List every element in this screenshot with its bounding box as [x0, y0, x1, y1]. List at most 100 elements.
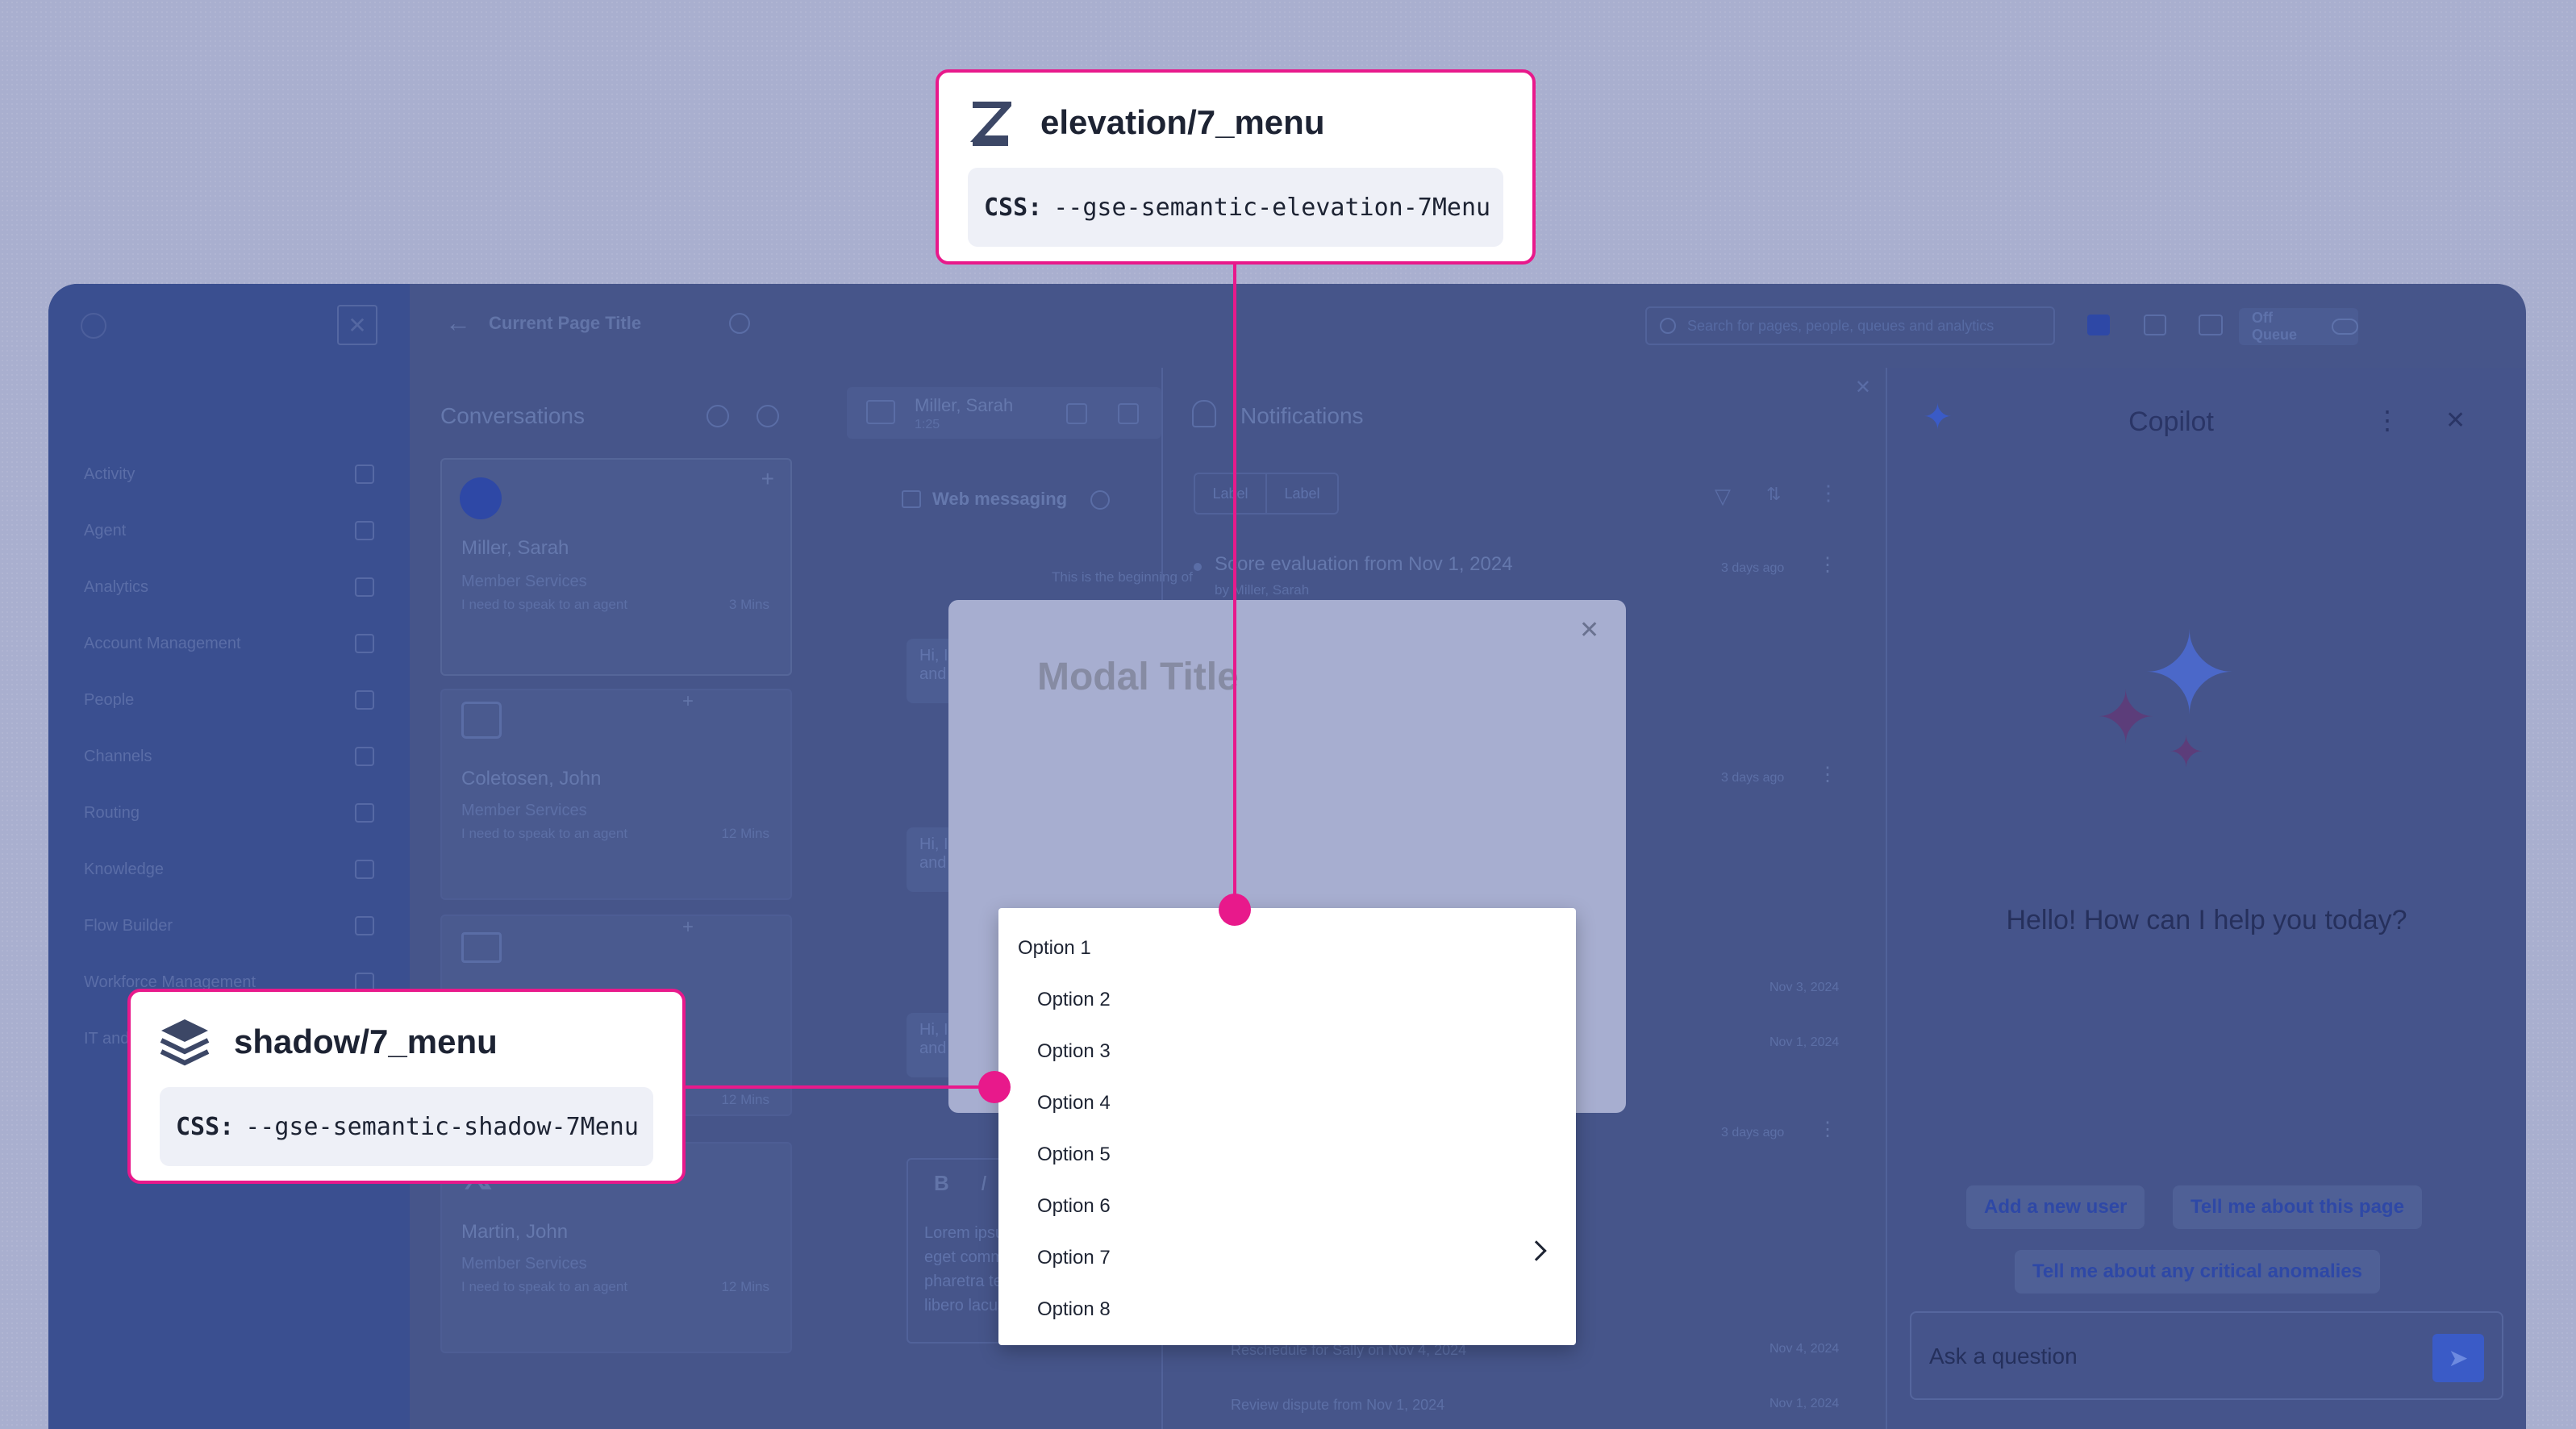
info-icon[interactable]: [1090, 490, 1110, 510]
send-button[interactable]: ➤: [2432, 1334, 2484, 1382]
menu-item-label: Option 5: [1037, 1144, 1111, 1165]
conversation-card[interactable]: + Coletosen, John Member Services I need…: [440, 689, 792, 900]
sidebar-item-channels[interactable]: Channels: [84, 740, 374, 773]
page-title: Current Page Title: [489, 313, 642, 333]
transfer-icon[interactable]: [1066, 403, 1087, 424]
headset-icon: [355, 521, 374, 540]
chevron-right-icon: [1526, 1240, 1547, 1261]
add-icon[interactable]: +: [682, 690, 694, 713]
notifications-title: Notifications: [1240, 403, 1364, 428]
notification-time: 3 days ago: [1721, 1126, 1785, 1139]
back-arrow-icon[interactable]: ←: [445, 308, 471, 338]
tiny-star-icon: ✦: [2168, 728, 2205, 777]
help-icon[interactable]: [729, 313, 750, 334]
add-icon[interactable]: +: [682, 916, 694, 939]
copilot-chip-add-user[interactable]: Add a new user: [1966, 1185, 2145, 1229]
menu-item[interactable]: Option 1: [998, 923, 1576, 974]
menu-item[interactable]: Option 3: [998, 1026, 1576, 1077]
layers-icon: [160, 1019, 210, 1066]
italic-icon[interactable]: I: [981, 1171, 986, 1196]
more-icon[interactable]: ⋮: [1818, 1118, 1837, 1141]
close-icon[interactable]: ✕: [2445, 406, 2466, 435]
elapsed-time: 12 Mins: [721, 1279, 769, 1294]
home-icon: [355, 465, 374, 484]
more-icon[interactable]: ⋮: [1818, 763, 1837, 786]
more-icon[interactable]: ⋮: [1818, 481, 1839, 506]
close-icon[interactable]: ✕: [1855, 376, 1871, 399]
menu-item-label: Option 7: [1037, 1247, 1111, 1269]
conversation-card[interactable]: + Miller, Sarah Member Services I need t…: [440, 458, 792, 676]
tab-label-1[interactable]: Label: [1195, 485, 1265, 502]
menu-item[interactable]: Option 4: [998, 1077, 1576, 1129]
elevation-connector-dot: [1219, 894, 1251, 926]
global-search-input[interactable]: Search for pages, people, queues and ana…: [1645, 306, 2055, 345]
toggle-icon: [2331, 319, 2358, 335]
account-icon: [355, 634, 374, 653]
css-token-box: CSS: --gse-semantic-shadow-7Menu: [160, 1087, 653, 1166]
sidebar-item-activity[interactable]: Activity: [84, 458, 374, 490]
tab-label-2[interactable]: Label: [1265, 474, 1337, 513]
menu-item-submenu[interactable]: Option 7: [998, 1232, 1576, 1284]
menu-item[interactable]: Option 6: [998, 1181, 1576, 1232]
unread-dot: [1194, 563, 1202, 571]
sidebar-item-knowledge[interactable]: Knowledge: [84, 853, 374, 885]
people-icon: [355, 690, 374, 710]
sidebar-collapse-button[interactable]: ✕: [337, 305, 377, 345]
elapsed-time: 12 Mins: [721, 826, 769, 841]
more-icon[interactable]: ⋮: [1818, 553, 1837, 577]
bold-icon[interactable]: B: [934, 1171, 949, 1196]
consult-icon[interactable]: [1118, 403, 1139, 424]
copilot-title: Copilot: [2128, 406, 2214, 437]
copilot-illustration: ✦ ✦ ✦: [2063, 618, 2282, 777]
callout-title: shadow/7_menu: [234, 1023, 498, 1060]
elevation-callout: elevation/7_menu CSS: --gse-semantic-ele…: [936, 69, 1536, 265]
sort-icon[interactable]: ⇅: [1766, 484, 1781, 505]
contact-name: Miller, Sarah: [461, 537, 569, 559]
copilot-chip-about-page[interactable]: Tell me about this page: [2173, 1185, 2422, 1229]
notification-title: Score evaluation from Nov 1, 2024: [1215, 553, 1513, 575]
copilot-question-input[interactable]: Ask a question ➤: [1910, 1311, 2503, 1400]
sidebar-item-account-management[interactable]: Account Management: [84, 627, 374, 660]
sidebar-item-people[interactable]: People: [84, 684, 374, 716]
menu-item[interactable]: Option 5: [998, 1129, 1576, 1181]
search-placeholder: Search for pages, people, queues and ana…: [1687, 317, 1995, 334]
menu-item-label: Option 2: [1037, 989, 1111, 1010]
add-user-icon[interactable]: [757, 405, 779, 427]
sidebar-item-label: Channels: [84, 747, 152, 765]
modal-close-icon[interactable]: ✕: [1579, 616, 1599, 644]
channels-icon: [355, 747, 374, 766]
inbox-icon[interactable]: [2144, 315, 2166, 335]
routing-icon: [355, 803, 374, 823]
z-letter-icon: [969, 102, 1011, 146]
notification-time: 3 days ago: [1721, 771, 1785, 785]
bell-icon: [1192, 400, 1216, 427]
dropdown-menu: Option 1 Option 2 Option 3 Option 4 Opti…: [998, 908, 1576, 1345]
sidebar-item-label: Routing: [84, 803, 140, 822]
callout-title: elevation/7_menu: [1040, 103, 1325, 141]
menu-item[interactable]: Option 2: [998, 974, 1576, 1026]
notification-time: Nov 1, 2024: [1769, 1397, 1840, 1410]
menu-item-label: Option 6: [1037, 1195, 1111, 1217]
sidebar-item-routing[interactable]: Routing: [84, 797, 374, 829]
queue-toggle[interactable]: Off Queue: [2239, 308, 2358, 345]
more-icon[interactable]: ⋮: [2374, 405, 2400, 435]
last-message: I need to speak to an agent: [461, 597, 628, 612]
copilot-chip-anomalies[interactable]: Tell me about any critical anomalies: [2015, 1250, 2381, 1294]
sidebar-item-agent[interactable]: Agent: [84, 515, 374, 547]
conversations-panel: Conversations + Miller, Sarah Member Ser…: [410, 368, 831, 1429]
last-message: I need to speak to an agent: [461, 826, 628, 841]
css-token-value: --gse-semantic-elevation-7Menu: [1053, 193, 1491, 222]
sidebar-item-label: Activity: [84, 465, 135, 483]
sidebar-item-flow-builder[interactable]: Flow Builder: [84, 910, 374, 942]
menu-item[interactable]: Option 8: [998, 1284, 1576, 1335]
interaction-timer: 1:25: [915, 418, 940, 431]
css-token-value: --gse-semantic-shadow-7Menu: [245, 1112, 639, 1141]
add-icon[interactable]: +: [761, 466, 774, 492]
sidebar-item-label: Account Management: [84, 634, 241, 652]
tab-group: Label Label: [1194, 473, 1339, 515]
sidebar-item-analytics[interactable]: Analytics: [84, 571, 374, 603]
filter-icon[interactable]: ▽: [1715, 484, 1731, 509]
gear-icon[interactable]: [707, 405, 729, 427]
chat-icon[interactable]: [2087, 315, 2110, 335]
apps-icon[interactable]: [2199, 315, 2223, 335]
